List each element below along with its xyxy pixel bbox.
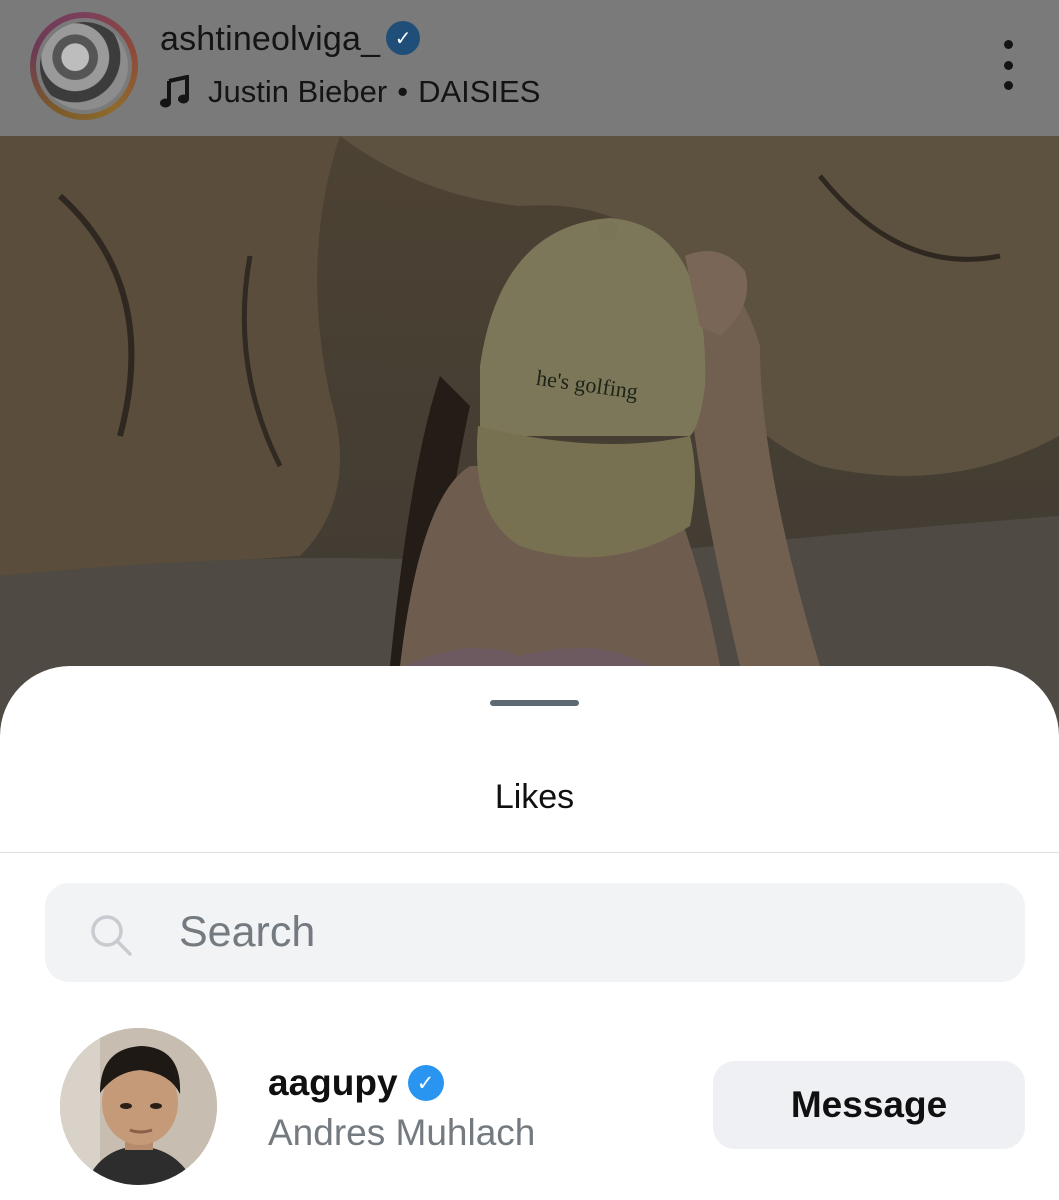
sheet-title: Likes — [494, 778, 575, 816]
search-icon — [91, 915, 132, 956]
audio-title: DAISIES — [418, 74, 541, 109]
audio-artist: Justin Bieber — [208, 74, 388, 109]
avatar[interactable] — [60, 1028, 217, 1185]
post-audio-link[interactable]: Justin Bieber • DAISIES — [160, 74, 540, 110]
more-options-icon[interactable] — [990, 40, 1026, 90]
post-photo[interactable]: he's golfing — [0, 136, 1059, 736]
verified-badge-icon: ✓ — [386, 21, 421, 56]
verified-badge-icon: ✓ — [407, 1065, 444, 1101]
post-author-username-row[interactable]: ashtineolviga_ ✓ — [160, 20, 421, 59]
post-header: ashtineolviga_ ✓ Justin Bieber • DAISIES — [0, 0, 1059, 136]
sheet-drag-handle[interactable] — [490, 700, 579, 706]
message-button[interactable]: Message — [713, 1061, 1025, 1149]
search-bar[interactable] — [45, 883, 1025, 982]
audio-separator: • — [397, 74, 409, 109]
story-ring[interactable] — [30, 12, 138, 120]
post-author-username[interactable]: ashtineolviga_ — [160, 20, 380, 58]
like-full-name: Andres Muhlach — [268, 1112, 536, 1153]
like-username-row[interactable]: aagupy ✓ — [268, 1062, 444, 1104]
music-note-icon — [160, 75, 189, 108]
sheet-divider — [0, 852, 1059, 853]
search-input[interactable] — [179, 883, 999, 982]
like-username[interactable]: aagupy — [268, 1062, 398, 1104]
likes-sheet: Likes Search aagupy ✓ Andres Muhlach Mes… — [0, 666, 1059, 1200]
post-author-avatar[interactable] — [40, 22, 128, 110]
list-item[interactable]: aagupy ✓ Andres Muhlach Message — [0, 1026, 1059, 1186]
